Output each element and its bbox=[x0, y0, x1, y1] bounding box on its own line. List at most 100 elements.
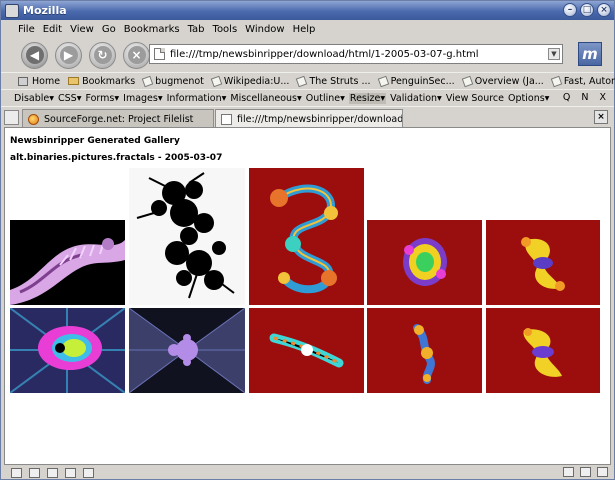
bookmark-item[interactable]: Wikipedia:U... bbox=[210, 75, 289, 87]
tab-sourceforge[interactable]: SourceForge.net: Project Filelist bbox=[22, 109, 214, 128]
bookmark-icon bbox=[210, 75, 223, 87]
fractal-thumb-9[interactable] bbox=[367, 308, 482, 393]
window-title: Mozilla bbox=[23, 4, 67, 17]
navigator-icon[interactable] bbox=[11, 467, 22, 478]
page-icon bbox=[154, 48, 165, 60]
popup-blocker-icon[interactable] bbox=[580, 467, 591, 477]
fractal-thumb-6[interactable] bbox=[10, 308, 125, 393]
stop-button[interactable]: × bbox=[123, 41, 150, 69]
chat-icon[interactable] bbox=[47, 467, 58, 478]
dev-menu-view-source[interactable]: View Source bbox=[446, 93, 504, 104]
dev-menu-options[interactable]: Options▾ bbox=[508, 93, 549, 104]
security-lock-icon[interactable] bbox=[597, 467, 608, 477]
url-bar[interactable]: file:///tmp/newsbinripper/download/html/… bbox=[149, 44, 563, 64]
dev-menu-images[interactable]: Images▾ bbox=[123, 93, 162, 104]
back-button[interactable]: ◀ bbox=[21, 41, 48, 69]
url-dropdown-icon[interactable]: ▼ bbox=[548, 48, 560, 60]
tab-gallery[interactable]: file:///tmp/newsbinripper/download/... bbox=[215, 109, 403, 128]
composer-icon[interactable] bbox=[65, 467, 76, 478]
status-right-icons bbox=[563, 467, 608, 477]
fractal-thumb-4[interactable] bbox=[367, 220, 482, 305]
reload-button[interactable]: ↻ bbox=[89, 41, 116, 69]
mozilla-icon bbox=[5, 3, 19, 18]
url-text[interactable]: file:///tmp/newsbinripper/download/html/… bbox=[170, 49, 479, 60]
gallery-subtitle: alt.binaries.pictures.fractals - 2005-03… bbox=[10, 153, 223, 163]
dev-menu-resize[interactable]: Resize▾ bbox=[348, 92, 387, 104]
fractal-thumb-3[interactable] bbox=[249, 168, 364, 305]
file-favicon bbox=[221, 113, 232, 125]
minimize-icon[interactable]: – bbox=[563, 3, 577, 17]
bookmark-label: Fast, Autom... bbox=[563, 75, 615, 87]
bookmark-item[interactable]: bugmenot bbox=[141, 75, 204, 87]
bookmark-icon bbox=[377, 75, 389, 87]
menu-bookmarks[interactable]: Bookmarks bbox=[121, 24, 183, 35]
connection-icon[interactable] bbox=[563, 467, 574, 477]
dev-menu-css[interactable]: CSS▾ bbox=[58, 93, 81, 104]
back-arrow-icon: ◀ bbox=[25, 46, 44, 64]
dev-menu-disable[interactable]: Disable▾ bbox=[14, 93, 54, 104]
mail-icon[interactable] bbox=[29, 467, 40, 478]
menu-window[interactable]: Window bbox=[242, 24, 287, 35]
mozilla-logo-icon[interactable]: m bbox=[578, 42, 602, 66]
reload-icon: ↻ bbox=[93, 46, 112, 64]
tab-bar: SourceForge.net: Project Filelist file:/… bbox=[1, 106, 614, 128]
close-icon[interactable]: × bbox=[597, 3, 611, 17]
status-bar bbox=[1, 465, 614, 480]
fractal-thumb-8-image bbox=[249, 308, 364, 393]
dev-toolbar-qnx[interactable]: Q N X bbox=[563, 92, 610, 103]
navigation-toolbar: ◀ ▶ ↻ × file:///tmp/newsbinripper/downlo… bbox=[1, 38, 614, 72]
dev-menu-forms[interactable]: Forms▾ bbox=[85, 93, 119, 104]
menu-help[interactable]: Help bbox=[290, 24, 319, 35]
fractal-thumb-10[interactable] bbox=[486, 308, 600, 393]
bookmark-icon bbox=[296, 75, 308, 87]
home-icon bbox=[18, 76, 28, 86]
fractal-thumb-2-image bbox=[129, 168, 245, 305]
bookmark-label: bugmenot bbox=[155, 75, 204, 87]
bookmark-item[interactable]: PenguinSec... bbox=[377, 75, 455, 87]
fractal-thumb-6-image bbox=[10, 308, 125, 393]
bookmark-item[interactable]: Overview (Ja... bbox=[461, 75, 544, 87]
menu-view[interactable]: View bbox=[67, 24, 97, 35]
fractal-thumb-1-image bbox=[10, 220, 125, 305]
fractal-thumb-1[interactable] bbox=[10, 220, 125, 305]
fractal-thumb-10-image bbox=[486, 308, 600, 393]
dev-menu-outline[interactable]: Outline▾ bbox=[306, 93, 345, 104]
menu-tools[interactable]: Tools bbox=[210, 24, 241, 35]
bookmark-folder[interactable]: Bookmarks bbox=[68, 76, 135, 87]
forward-button[interactable]: ▶ bbox=[55, 41, 82, 69]
menu-bar: File Edit View Go Bookmarks Tab Tools Wi… bbox=[1, 20, 614, 38]
menu-edit[interactable]: Edit bbox=[40, 24, 65, 35]
bookmark-label: The Struts ... bbox=[309, 75, 371, 87]
web-developer-toolbar: Disable▾ CSS▾ Forms▾ Images▾ Information… bbox=[1, 89, 614, 106]
bookmarks-toolbar: Home Bookmarks bugmenot Wikipedia:U... T… bbox=[1, 72, 615, 89]
bookmark-label: PenguinSec... bbox=[390, 75, 455, 87]
menu-tab[interactable]: Tab bbox=[185, 24, 208, 35]
dev-menu-validation[interactable]: Validation▾ bbox=[390, 93, 442, 104]
bookmark-label: Home bbox=[32, 75, 61, 87]
browser-window: Mozilla – □ × File Edit View Go Bookmark… bbox=[0, 0, 615, 480]
fractal-thumb-8[interactable] bbox=[249, 308, 364, 393]
address-book-icon[interactable] bbox=[83, 467, 94, 478]
fractal-thumb-5[interactable] bbox=[486, 220, 600, 305]
menu-go[interactable]: Go bbox=[99, 24, 119, 35]
maximize-icon[interactable]: □ bbox=[580, 3, 594, 17]
page-content: Newsbinripper Generated Gallery alt.bina… bbox=[4, 127, 611, 465]
bookmark-icon bbox=[141, 75, 154, 87]
fractal-thumb-9-image bbox=[367, 308, 482, 393]
fractal-thumb-7[interactable] bbox=[129, 308, 245, 393]
fractal-thumb-2[interactable] bbox=[129, 168, 245, 305]
title-bar[interactable]: Mozilla – □ × bbox=[1, 1, 614, 20]
dev-menu-miscellaneous[interactable]: Miscellaneous▾ bbox=[230, 93, 301, 104]
fractal-thumb-3-image bbox=[249, 168, 364, 305]
bookmark-home[interactable]: Home bbox=[18, 76, 60, 87]
bookmark-item[interactable]: Fast, Autom... bbox=[550, 75, 615, 87]
dev-menu-information[interactable]: Information▾ bbox=[167, 93, 227, 104]
bookmark-item[interactable]: The Struts ... bbox=[296, 75, 371, 87]
tab-label: file:///tmp/newsbinripper/download/... bbox=[237, 113, 403, 125]
menu-file[interactable]: File bbox=[15, 24, 38, 35]
window-controls: – □ × bbox=[563, 3, 611, 17]
new-tab-icon[interactable] bbox=[4, 110, 19, 125]
close-tab-icon[interactable]: × bbox=[594, 110, 608, 124]
bookmark-icon bbox=[550, 75, 563, 87]
tab-label: SourceForge.net: Project Filelist bbox=[44, 113, 194, 125]
